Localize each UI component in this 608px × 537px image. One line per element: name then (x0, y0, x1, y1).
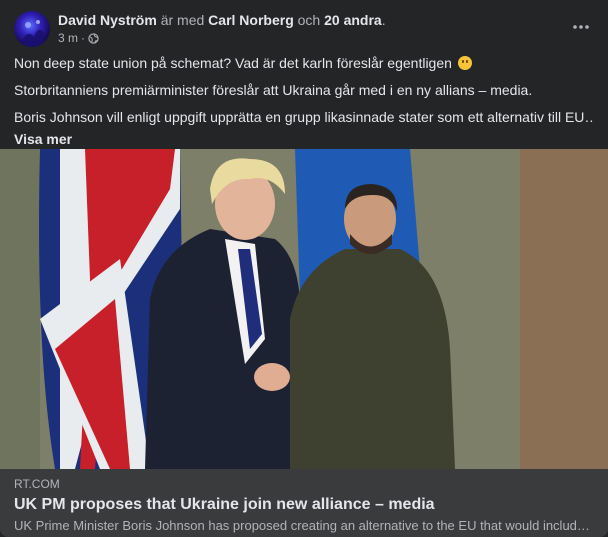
others-link[interactable]: 20 andra (324, 12, 382, 28)
post-meta: 3 m · (58, 31, 99, 45)
author-avatar[interactable] (14, 11, 50, 47)
post-time[interactable]: 3 m (58, 31, 78, 45)
link-domain: RT.COM (14, 477, 60, 491)
post-header: David Nyström är med Carl Norberg och 20… (14, 10, 594, 47)
globe-icon (88, 32, 99, 44)
link-preview-footer[interactable]: RT.COM UK PM proposes that Ukraine join … (0, 469, 608, 537)
link-title[interactable]: UK PM proposes that Ukraine join new all… (14, 495, 594, 515)
slightly-smiling-face-icon (457, 56, 472, 70)
author-name[interactable]: David Nyström (58, 12, 157, 28)
ellipsis-icon (573, 25, 589, 29)
period-text: . (381, 12, 386, 28)
see-more-link[interactable]: Visa mer (14, 130, 594, 148)
tagged-person[interactable]: Carl Norberg (208, 12, 294, 28)
and-text: och (297, 12, 321, 28)
separator-dot: · (81, 31, 86, 45)
post-text-line: Non deep state union på schemat? Vad är … (14, 54, 594, 72)
author-line: David Nyström är med Carl Norberg och 20… (58, 11, 386, 29)
post-text-line: Boris Johnson vill enligt uppgift upprät… (14, 109, 594, 125)
post-text: Non deep state union på schemat? Vad är … (14, 54, 594, 148)
feed-post: David Nyström är med Carl Norberg och 20… (0, 0, 608, 537)
with-text: är med (160, 12, 205, 28)
post-text-line: Storbritanniens premiärminister föreslår… (14, 82, 533, 98)
link-preview-image[interactable] (0, 149, 608, 469)
more-options-button[interactable] (568, 14, 594, 40)
link-description: UK Prime Minister Boris Johnson has prop… (14, 518, 594, 533)
